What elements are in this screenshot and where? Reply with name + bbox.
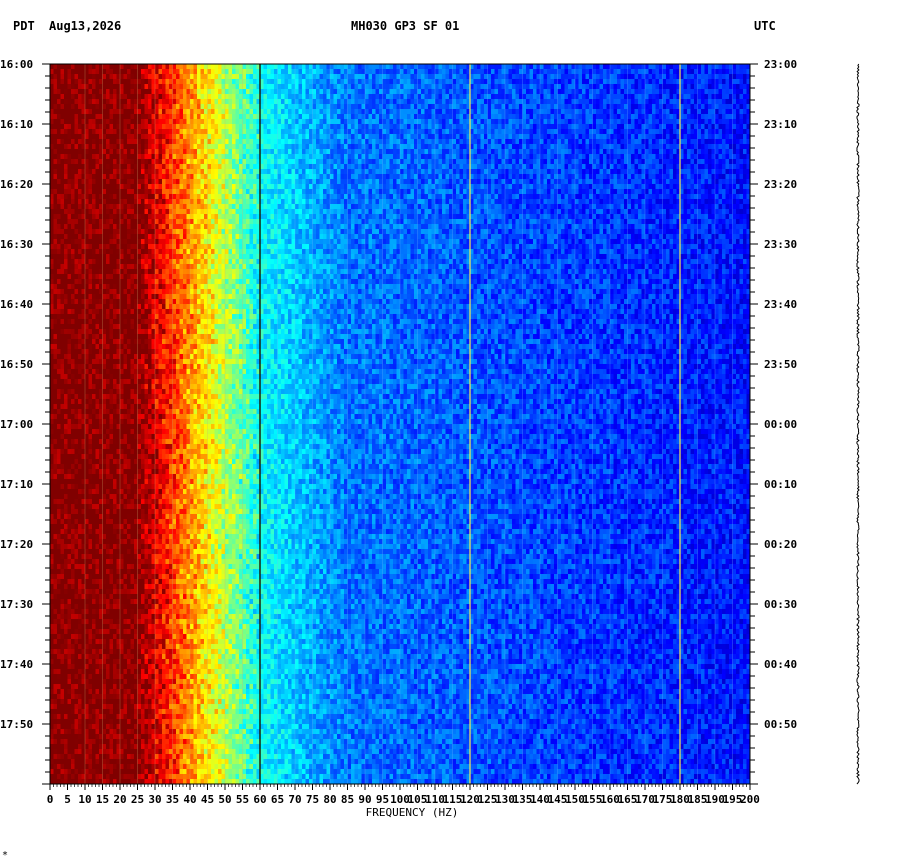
x-tick-label: 25 [131,793,144,806]
x-tick-label: 200 [740,793,760,806]
y-tick-label-left: 16:00 [0,58,33,71]
x-tick-label: 80 [323,793,336,806]
y-tick-label-right: 00:50 [764,718,797,731]
x-tick-label: 95 [376,793,389,806]
y-tick-label-right: 23:10 [764,118,797,131]
x-tick-label: 45 [201,793,214,806]
x-tick-label: 70 [288,793,301,806]
y-tick-label-left: 17:20 [0,538,33,551]
x-tick-label: 50 [218,793,231,806]
x-tick-label: 35 [166,793,179,806]
x-tick-label: 60 [253,793,266,806]
x-tick-label: 30 [148,793,161,806]
x-tick-label: 5 [64,793,71,806]
y-axis-left-pdt: 16:00 16:10 16:20 16:30 16:40 16:50 17:00 17:10… [0,58,50,785]
y-tick-label-right: 23:40 [764,298,797,311]
y-tick-label-left: 16:30 [0,238,33,251]
y-tick-label-right: 23:30 [764,238,797,251]
amplitude-trace-line [856,63,860,785]
y-tick-label-right: 00:20 [764,538,797,551]
y-tick-label-right: 23:50 [764,358,797,371]
amplitude-trace [856,63,860,785]
x-tick-label: 0 [47,793,54,806]
y-tick-label-left: 17:00 [0,418,33,431]
y-tick-label-right: 00:30 [764,598,797,611]
footer-asterisk: * [2,850,8,861]
x-tick-label: 15 [96,793,109,806]
y-tick-label-left: 16:40 [0,298,33,311]
y-tick-label-left: 17:30 [0,598,33,611]
y-tick-label-right: 23:00 [764,58,797,71]
x-tick-label: 55 [236,793,249,806]
x-tick-label: 20 [113,793,126,806]
x-tick-label: 10 [78,793,91,806]
y-tick-label-right: 23:20 [764,178,797,191]
x-tick-label: 90 [358,793,371,806]
y-tick-label-left: 17:40 [0,658,33,671]
y-tick-label-right: 00:00 [764,418,797,431]
x-axis-title: FREQUENCY (HZ) [366,806,459,819]
x-tick-label: 75 [306,793,319,806]
y-tick-label-left: 16:50 [0,358,33,371]
x-axis: 0 5 10 15 20 25 30 35 40 45 50 55 60 65 70 75 80 85 90 95 10… [47,784,760,806]
y-tick-label-left: 17:10 [0,478,33,491]
y-tick-label-right: 00:40 [764,658,797,671]
x-tick-label: 85 [341,793,354,806]
y-tick-label-left: 16:10 [0,118,33,131]
y-tick-label-right: 00:10 [764,478,797,491]
x-tick-label: 40 [183,793,196,806]
x-tick-label: 65 [271,793,284,806]
y-tick-label-left: 16:20 [0,178,33,191]
spectrogram-chart: 0 5 10 15 20 25 30 35 40 45 50 55 60 65 70 75 80 85 90 95 10… [0,58,860,861]
y-tick-label-left: 17:50 [0,718,33,731]
y-axis-right-utc: 23:00 23:10 23:20 23:30 23:40 23:50 00:00 00:10… [750,58,797,785]
